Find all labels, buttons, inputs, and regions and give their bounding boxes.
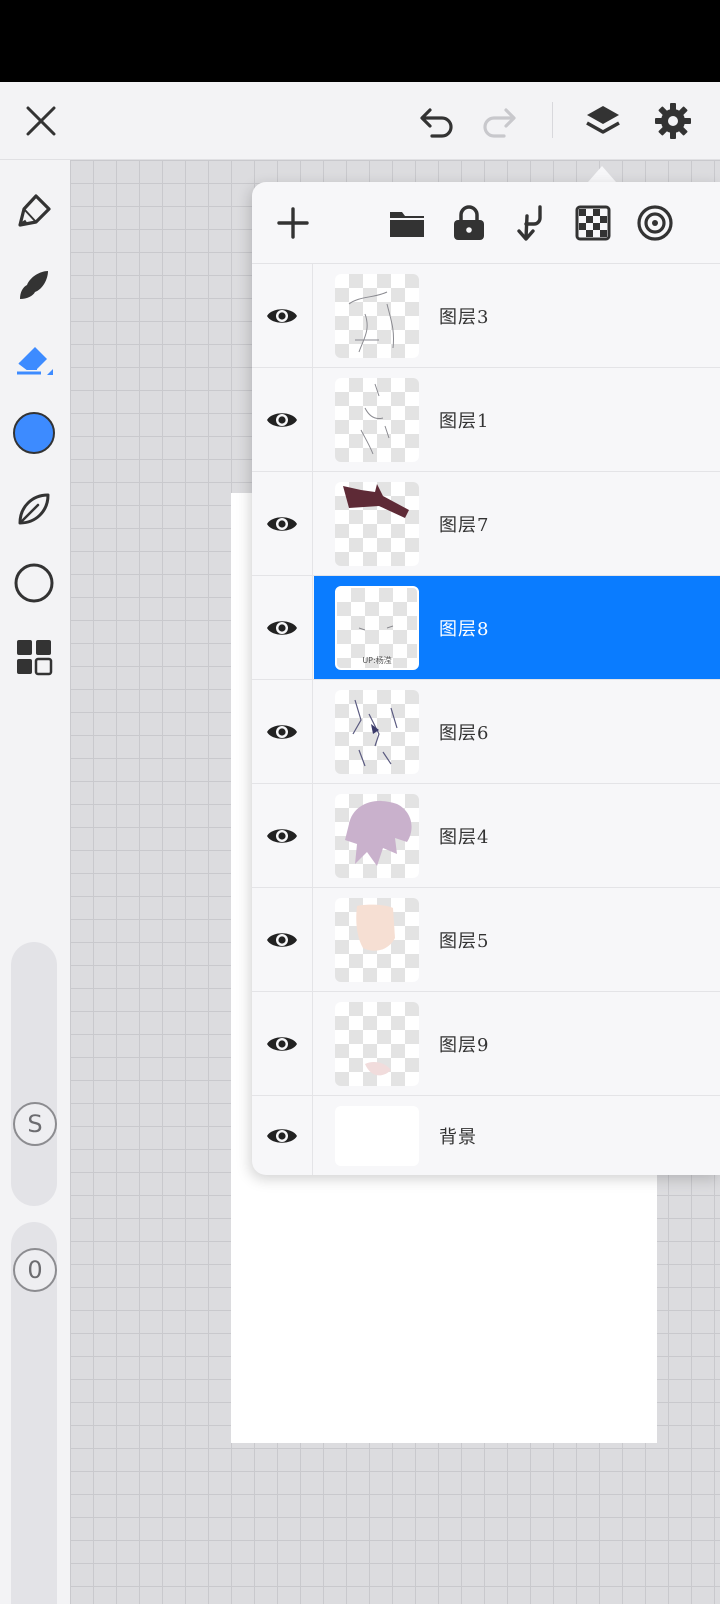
layer-row[interactable]: 图层9 [252,992,720,1096]
toolbar-separator [552,102,553,138]
lock-icon[interactable] [448,202,490,244]
layer-thumbnail [335,274,419,358]
layer-name: 图层8 [439,618,490,640]
eye-icon[interactable] [252,472,313,575]
layers-panel: 图层3 图层1 图层7 UP:杨滢 图层8 图层6 图层4 图层5 图层9 背景 [252,182,720,1175]
layer-thumbnail [335,898,419,982]
left-sidebar: S 0 [0,160,70,1604]
layers-panel-caret [588,166,616,182]
undo-icon[interactable] [416,100,458,142]
status-bar [0,0,720,82]
layer-thumbnail: UP:杨滢 [335,586,419,670]
folder-icon[interactable] [386,202,428,244]
circle-shape-icon[interactable] [11,560,57,606]
layer-thumbnail [335,1106,419,1166]
redo-icon[interactable] [478,100,520,142]
layer-body[interactable]: UP:杨滢 图层8 [314,576,720,679]
eye-icon[interactable] [252,992,313,1095]
layer-thumbnail [335,482,419,566]
color-swatch[interactable] [11,410,57,456]
layer-name: 图层9 [439,1034,490,1056]
layer-body[interactable]: 图层4 [314,784,720,887]
gear-icon[interactable] [652,100,694,142]
eye-icon[interactable] [252,576,313,679]
eye-icon[interactable] [252,1096,313,1175]
layer-name: 图层5 [439,930,490,952]
layer-name: 背景 [439,1127,477,1148]
eye-icon[interactable] [252,680,313,783]
layer-row[interactable]: 图层7 [252,472,720,576]
layer-thumbnail [335,690,419,774]
layer-row[interactable]: 图层1 [252,368,720,472]
layer-name: 图层4 [439,826,490,848]
layer-name: 图层1 [439,410,490,432]
merge-down-icon[interactable] [510,202,552,244]
layer-body[interactable]: 图层7 [314,472,720,575]
brush-icon[interactable] [11,262,57,308]
eye-icon[interactable] [252,264,313,367]
target-icon[interactable] [634,202,676,244]
grid-icon[interactable] [11,634,57,680]
opacity-slider-knob[interactable]: 0 [13,1248,57,1292]
layer-thumbnail [335,794,419,878]
layer-thumbnail [335,378,419,462]
layers-toolbar [252,182,720,264]
layer-list: 图层3 图层1 图层7 UP:杨滢 图层8 图层6 图层4 图层5 图层9 背景 [252,264,720,1175]
eye-icon[interactable] [252,784,313,887]
layer-body[interactable]: 图层1 [314,368,720,471]
close-icon[interactable] [20,100,62,142]
layer-body[interactable]: 图层5 [314,888,720,991]
pencil-icon[interactable] [11,188,57,234]
layer-body[interactable]: 背景 [314,1096,720,1175]
eye-icon[interactable] [252,368,313,471]
size-slider-knob[interactable]: S [13,1102,57,1146]
layer-row[interactable]: 图层3 [252,264,720,368]
checkerboard-icon[interactable] [572,202,614,244]
layer-row-background[interactable]: 背景 [252,1096,720,1175]
layer-body[interactable]: 图层6 [314,680,720,783]
layers-icon[interactable] [582,100,624,142]
layer-row[interactable]: 图层6 [252,680,720,784]
eye-icon[interactable] [252,888,313,991]
layer-thumbnail [335,1002,419,1086]
layer-body[interactable]: 图层9 [314,992,720,1095]
thumbnail-caption: UP:杨滢 [362,656,392,665]
layer-name: 图层3 [439,306,490,328]
layer-name: 图层6 [439,722,490,744]
layer-name: 图层7 [439,514,490,536]
layer-body[interactable]: 图层3 [314,264,720,367]
layer-row[interactable]: 图层4 [252,784,720,888]
eraser-icon[interactable] [11,336,57,382]
leaf-icon[interactable] [11,486,57,532]
layer-row[interactable]: 图层5 [252,888,720,992]
layer-row-selected[interactable]: UP:杨滢 图层8 [252,576,720,680]
top-toolbar [0,82,720,160]
brush-size-slider[interactable] [11,942,57,1206]
add-icon[interactable] [272,202,314,244]
